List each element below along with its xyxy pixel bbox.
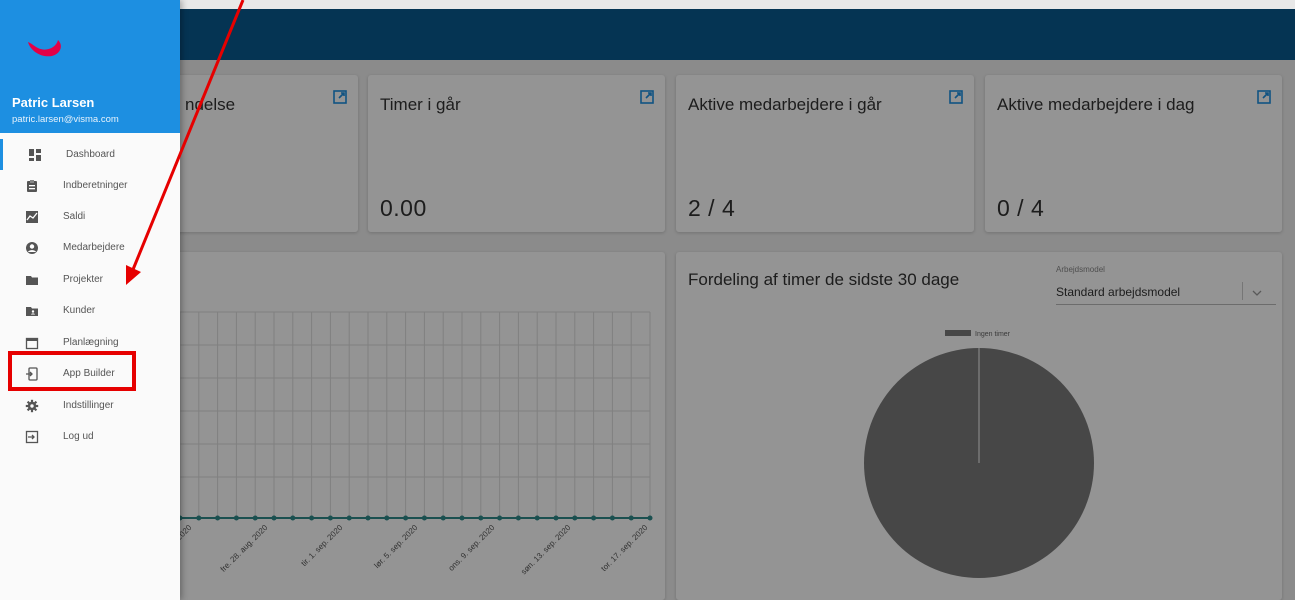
nav-label: Saldi xyxy=(63,211,86,222)
nav-label: Planlægning xyxy=(63,337,119,348)
dashboard-icon xyxy=(29,148,41,161)
nav-label: Projekter xyxy=(63,274,104,285)
nav-item-dashboard[interactable]: Dashboard xyxy=(0,139,180,170)
calendar-icon xyxy=(25,337,39,349)
nav-item-kunder[interactable]: Kunder xyxy=(0,295,180,326)
nav-item-indberetninger[interactable]: Indberetninger xyxy=(0,170,180,201)
folder-account-icon xyxy=(26,306,38,316)
nav-label: Indberetninger xyxy=(63,180,128,191)
nav-item-log-ud[interactable]: Log ud xyxy=(0,421,180,452)
nav-label: Kunder xyxy=(63,305,96,316)
folder-icon xyxy=(26,275,38,285)
annotation-highlight-box xyxy=(8,351,136,391)
nav-item-saldi[interactable]: Saldi xyxy=(0,201,180,232)
nav-drawer: Patric Larsen patric.larsen@visma.com Da… xyxy=(0,0,180,600)
legend-label: Ingen timer xyxy=(975,331,1011,338)
user-name: Patric Larsen xyxy=(12,95,95,110)
nav-label: Indstillinger xyxy=(63,400,114,411)
nav-item-projekter[interactable]: Projekter xyxy=(0,264,180,295)
trend-icon xyxy=(26,210,38,223)
legend-swatch xyxy=(945,330,971,336)
nav-label: Log ud xyxy=(63,431,94,442)
account-icon xyxy=(26,241,38,254)
nav-label: Medarbejdere xyxy=(63,242,125,253)
visma-logo xyxy=(28,40,61,57)
clipboard-icon xyxy=(27,179,37,192)
drawer-header: Patric Larsen patric.larsen@visma.com xyxy=(0,0,180,133)
gear-icon xyxy=(25,399,39,412)
nav-item-indstillinger[interactable]: Indstillinger xyxy=(0,390,180,421)
nav-label: Dashboard xyxy=(66,149,115,160)
logout-icon xyxy=(25,430,39,443)
nav-item-medarbejdere[interactable]: Medarbejdere xyxy=(0,232,180,263)
pie-chart: Ingen timer xyxy=(864,330,1094,578)
user-email: patric.larsen@visma.com xyxy=(12,114,119,125)
